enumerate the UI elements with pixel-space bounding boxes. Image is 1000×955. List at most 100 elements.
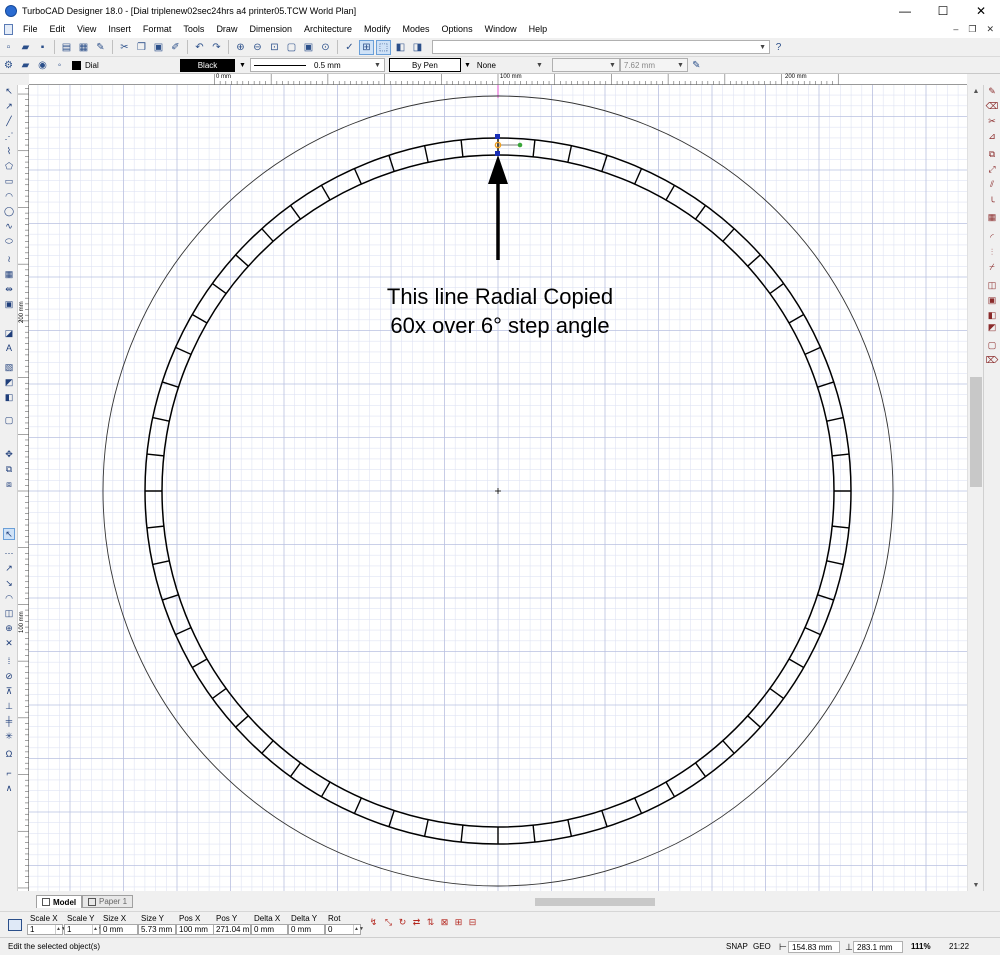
spin-arrows-icon[interactable]: ▲▼ [55, 925, 66, 934]
snap-intersection-icon[interactable]: ✕ [3, 637, 15, 649]
size-x-input[interactable]: 0 mm [100, 924, 138, 935]
layer-manager-icon[interactable]: ▰ [18, 58, 33, 73]
dimension-tool-icon[interactable]: ⇹ [3, 283, 15, 295]
layer-settings-icon[interactable]: ⚙ [1, 58, 16, 73]
arc-tool-icon[interactable]: ◠ [3, 190, 15, 202]
pos-x-field[interactable]: Pos X 100 mm [176, 913, 214, 935]
join-icon[interactable]: ⧉ [986, 148, 998, 160]
menu-modes[interactable]: Modes [397, 21, 436, 38]
library-tool-icon[interactable]: ◧ [3, 391, 15, 403]
spin-arrows-icon[interactable]: ▲▼ [92, 925, 103, 934]
new-file-icon[interactable]: ▫ [1, 40, 16, 55]
mirror-x-icon[interactable]: ⇄ [411, 917, 422, 928]
snap-center-icon[interactable]: ⊕ [3, 622, 15, 634]
snap-nearest-icon[interactable]: ⊘ [3, 670, 15, 682]
break-icon[interactable]: ⫶ [986, 246, 998, 258]
split-icon[interactable]: ⌿ [986, 261, 998, 273]
scroll-down-icon[interactable]: ▼ [968, 879, 984, 891]
zoom-level[interactable]: 111% [908, 941, 934, 953]
document-icon[interactable] [4, 24, 13, 35]
snap-endpoint-icon[interactable]: ↘ [3, 577, 15, 589]
fill-combo[interactable]: None ▼ [474, 58, 546, 72]
snap-angle-icon[interactable]: ∧ [3, 782, 15, 794]
maximize-button[interactable]: ☐ [924, 0, 962, 21]
delta-x-input[interactable]: 0 mm [251, 924, 288, 935]
dropper-icon[interactable]: ✎ [689, 58, 704, 73]
mdi-minimize-button[interactable]: – [953, 21, 958, 38]
vertical-scroll-thumb[interactable] [970, 377, 982, 487]
group-icon[interactable]: ▣ [986, 294, 998, 306]
symbol-tool-icon[interactable]: ◩ [3, 376, 15, 388]
rotation-handle[interactable] [517, 142, 523, 148]
delta-x-field[interactable]: Delta X 0 mm [251, 913, 288, 935]
polygon-tool-icon[interactable]: ⬠ [3, 160, 15, 172]
transform-tool-icon[interactable]: ↯ [368, 917, 379, 928]
paste-icon[interactable]: ▣ [151, 40, 166, 55]
zoom-out-icon[interactable]: ⊖ [250, 40, 265, 55]
select-pointer-icon[interactable]: ↖ [3, 528, 15, 540]
menu-file[interactable]: File [17, 21, 44, 38]
menu-modify[interactable]: Modify [358, 21, 397, 38]
by-pen-combo[interactable]: By Pen [388, 58, 461, 72]
snap-grid-icon[interactable]: ⊞ [359, 39, 374, 55]
stack-icon[interactable]: ◩ [986, 321, 998, 333]
horizontal-scroll-thumb[interactable] [535, 898, 655, 906]
snap-orthogonal-icon[interactable]: ⌐ [3, 767, 15, 779]
check-icon[interactable]: ✓ [342, 40, 357, 55]
ellipse-tool-icon[interactable]: ⬭ [3, 235, 15, 247]
properties-brush-icon[interactable]: ✎ [93, 40, 108, 55]
geo-toggle[interactable]: GEO [750, 941, 774, 953]
turbocad-app-icon[interactable] [5, 4, 17, 17]
chevron-down-icon[interactable]: ▼ [239, 62, 246, 69]
render-icon[interactable]: ◨ [410, 40, 425, 55]
snap-relative-icon[interactable]: ╪ [3, 715, 15, 727]
color-fill-icon[interactable]: ◪ [3, 327, 15, 339]
rot-input[interactable]: 0 ▲▼ [325, 924, 364, 935]
delete-segment-icon[interactable]: ⌫ [986, 100, 999, 112]
circle-tool-icon[interactable]: ◯ [3, 205, 15, 217]
snap-arc-icon[interactable]: ◠ [3, 592, 15, 604]
mirror-tool-icon[interactable]: ⧈ [3, 478, 15, 490]
mdi-close-button[interactable]: ✕ [986, 21, 994, 38]
insert-image-icon[interactable]: ▧ [3, 361, 15, 373]
block-tool-icon[interactable]: ▣ [3, 298, 15, 310]
pos-y-field[interactable]: Pos Y 271.04 m [213, 913, 251, 935]
undo-icon[interactable]: ↶ [192, 40, 207, 55]
vertical-scrollbar[interactable]: ▲ ▼ [967, 85, 983, 891]
snap-midpoint-icon[interactable]: ⋯ [3, 547, 15, 559]
command-combo[interactable]: ▼ [432, 40, 770, 54]
zoom-extents-icon[interactable]: ▢ [284, 40, 299, 55]
size-y-input[interactable]: 5.73 mm [138, 924, 176, 935]
menu-architecture[interactable]: Architecture [298, 21, 358, 38]
format-painter-icon[interactable]: ✐ [168, 40, 183, 55]
drawing-surface[interactable]: This line Radial Copied 60x over 6° step… [29, 85, 967, 891]
eraser-icon[interactable]: ⌦ [986, 354, 999, 366]
line-style-combo[interactable]: 0.5 mm ▼ [249, 58, 385, 72]
line-tool-icon[interactable]: ╱ [3, 115, 15, 127]
ungroup-icon[interactable]: ◧ [986, 309, 998, 321]
selection-handle-top[interactable] [495, 134, 500, 139]
stretch-icon[interactable]: ⊠ [439, 917, 450, 928]
menu-options[interactable]: Options [436, 21, 479, 38]
layer-color-swatch[interactable] [72, 60, 81, 70]
horizontal-scrollbar[interactable] [140, 896, 967, 908]
text-tool-icon[interactable]: A [3, 342, 15, 354]
spline-tool-icon[interactable]: ≀ [3, 253, 15, 265]
snap-vertex-icon[interactable]: ↗ [3, 562, 15, 574]
open-folder-icon[interactable]: ▰ [18, 40, 33, 55]
inspector-icon[interactable] [8, 919, 22, 931]
selection-handle-bottom[interactable] [495, 151, 500, 156]
fillet-icon[interactable]: ╰ [986, 196, 998, 208]
chevron-down-icon[interactable]: ▼ [464, 62, 471, 69]
snap-quadrant-icon[interactable]: ◫ [3, 607, 15, 619]
print-icon[interactable]: ▤ [59, 40, 74, 55]
scale-y-input[interactable]: 1 ▲▼ [64, 924, 103, 935]
offset-icon[interactable]: ⫽ [986, 178, 998, 190]
delta-y-input[interactable]: 0 mm [288, 924, 325, 935]
polyline-tool-icon[interactable]: ⋰ [3, 130, 15, 142]
meet-lines-icon[interactable]: ⊿ [986, 130, 998, 142]
menu-format[interactable]: Format [137, 21, 178, 38]
menu-window[interactable]: Window [479, 21, 523, 38]
copy-icon[interactable]: ❐ [134, 40, 149, 55]
snap-tangent-icon[interactable]: ⊼ [3, 685, 15, 697]
